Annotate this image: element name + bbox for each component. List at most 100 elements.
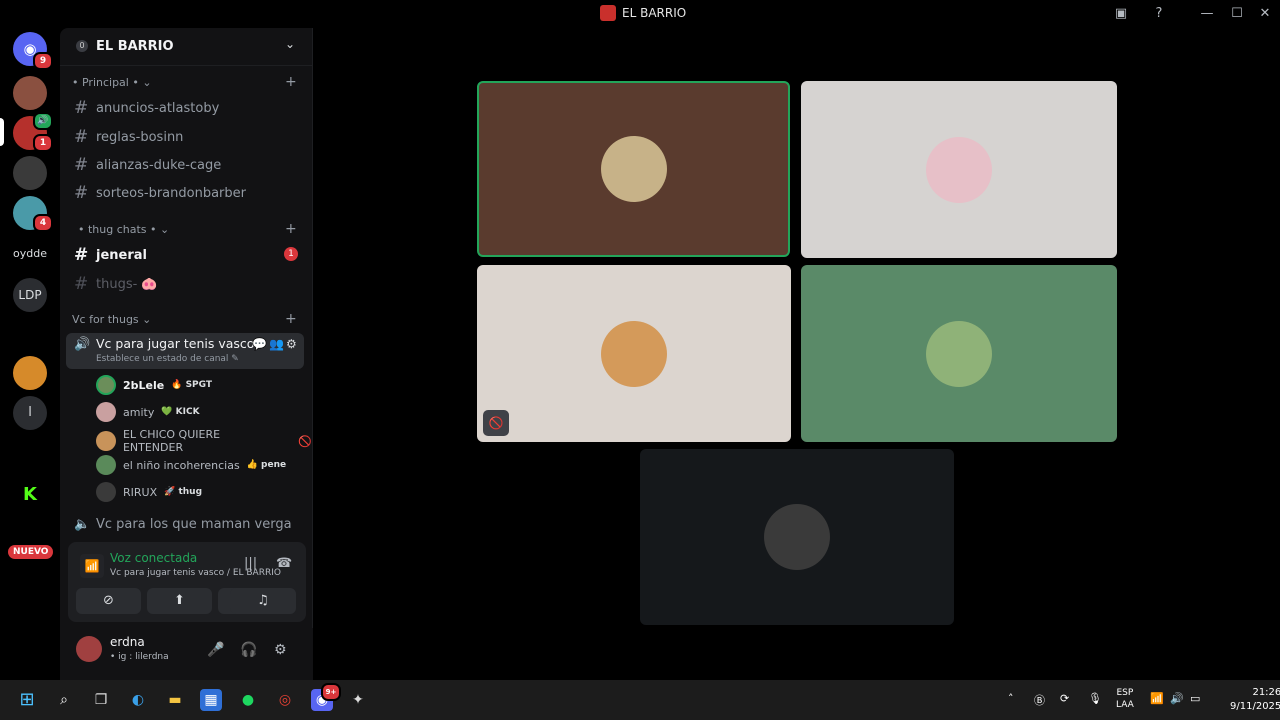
maximize-icon[interactable]: ☐ [1229, 6, 1245, 22]
headphones-icon[interactable]: 🎧 [240, 642, 257, 658]
avatar [601, 320, 667, 387]
selected-indicator [0, 118, 4, 146]
discord-home-button[interactable]: ◉ 9 [13, 32, 53, 70]
app-icon[interactable]: ✦ [347, 689, 369, 711]
disconnect-icon[interactable]: ☎ [276, 556, 292, 571]
discord-taskbar-icon[interactable]: ◉ 9+ [311, 683, 341, 711]
store-icon[interactable]: ▦ [200, 689, 222, 711]
task-view-icon[interactable]: ❐ [90, 689, 112, 711]
clock[interactable]: 21:26 9/11/2025 [1230, 686, 1280, 714]
wifi-icon[interactable]: 📶 [1150, 692, 1164, 705]
language-indicator[interactable]: ESP LAA [1116, 687, 1134, 711]
channel-sidebar: 0 EL BARRIO ⌄ • Principal • ⌄ + # anuncio… [60, 28, 313, 680]
spotify-icon[interactable]: ● [237, 689, 259, 711]
avatar [926, 136, 992, 203]
unread-badge: 9 [33, 52, 53, 70]
taskbar: ⊞ ⌕ ❐ ◐ ▬ ▦ ● ◎ ◉ 9+ ✦ ˄ Ⓑ ⟳ 🎙 ESP LAA 📶… [0, 680, 1280, 720]
voice-channel-active[interactable]: 🔊 Vc para jugar tenis vasco Establece un… [66, 333, 304, 369]
avatar [96, 455, 116, 475]
screen-share-button[interactable]: ⬆ [147, 588, 212, 614]
add-channel-icon[interactable]: + [285, 311, 297, 327]
hash-icon: # [74, 155, 89, 175]
voice-stage: 🚫 [314, 28, 1280, 680]
voice-channel-item[interactable]: 🔈 Vc para los que maman verga [74, 517, 292, 532]
server-item[interactable]: 4 [13, 196, 53, 232]
category-thug-chats[interactable]: • thug chats • ⌄ [78, 223, 169, 236]
inbox-icon[interactable]: ▣ [1113, 6, 1129, 22]
camera-button[interactable]: ⊘ [76, 588, 141, 614]
chrome-icon[interactable]: ◎ [274, 689, 296, 711]
chevron-down-icon: ⌄ [285, 37, 296, 51]
voice-member[interactable]: RIRUX 🚀 thug [96, 482, 202, 502]
avatar [96, 482, 116, 502]
server-item[interactable] [13, 76, 47, 110]
channel-item[interactable]: # sorteos-brandonbarber [74, 183, 246, 203]
unread-badge: 1 [284, 247, 298, 261]
hash-icon: # [74, 183, 89, 203]
server-item-ldp[interactable]: LDP [13, 278, 47, 312]
sync-icon[interactable]: ⟳ [1060, 692, 1069, 705]
channel-status-hint[interactable]: Establece un estado de canal ✎ [96, 354, 239, 364]
server-item-l[interactable]: l [13, 396, 47, 430]
title-bar: EL BARRIO ▣ ? — ☐ ✕ [0, 0, 1280, 28]
speaker-icon: 🔊 [74, 337, 91, 352]
server-item-el-barrio[interactable]: 🔊 1 [13, 112, 53, 152]
edge-icon[interactable]: ◐ [127, 689, 149, 711]
help-icon[interactable]: ? [1151, 6, 1167, 22]
server-item-oydde[interactable]: oydde [13, 247, 47, 260]
channel-item[interactable]: # alianzas-duke-cage [74, 155, 221, 175]
speaker-icon: 🔈 [74, 517, 91, 532]
participant-tile-speaking[interactable] [477, 81, 790, 257]
boost-level: 0 [76, 40, 88, 52]
invite-icon[interactable]: 👥 [269, 337, 284, 351]
gear-icon[interactable]: ⚙ [286, 337, 297, 351]
chat-icon[interactable]: 💬 [252, 337, 267, 351]
server-item[interactable] [13, 356, 47, 390]
search-icon[interactable]: ⌕ [53, 689, 75, 711]
avatar [96, 431, 116, 451]
tray-app-icon[interactable]: Ⓑ [1034, 692, 1045, 708]
microphone-icon[interactable]: 🎙 [1088, 692, 1102, 705]
participant-tile[interactable]: 🚫 [477, 265, 791, 442]
voice-member[interactable]: 2bLele 🔥 SPGT [96, 375, 212, 395]
channel-item[interactable]: # anuncios-atlastoby [74, 98, 219, 118]
start-icon[interactable]: ⊞ [16, 689, 38, 711]
add-channel-icon[interactable]: + [285, 74, 297, 90]
voice-member[interactable]: EL CHICO QUIERE ENTENDER 🚫 [96, 428, 312, 454]
voice-member[interactable]: amity 💚 KICK [96, 402, 200, 422]
chevron-up-icon[interactable]: ˄ [1008, 692, 1014, 705]
participant-tile[interactable] [801, 81, 1117, 258]
file-explorer-icon[interactable]: ▬ [164, 689, 186, 711]
category-principal[interactable]: • Principal • ⌄ [72, 76, 152, 89]
battery-icon[interactable]: ▭ [1190, 692, 1200, 705]
signal-icon[interactable]: 📶 [80, 554, 104, 578]
volume-icon[interactable]: 🔊 [1170, 692, 1184, 705]
soundboard-button[interactable]: ♫ [230, 588, 296, 614]
microphone-icon[interactable]: 🎤 [207, 642, 224, 658]
mention-badge: 4 [33, 214, 53, 232]
kick-icon[interactable]: K [13, 478, 47, 512]
server-item[interactable] [13, 156, 47, 190]
avatar[interactable] [76, 636, 102, 662]
voice-status[interactable]: Voz conectada [110, 551, 197, 565]
username[interactable]: erdna [110, 635, 145, 649]
mention-badge: 1 [33, 134, 53, 152]
hash-icon: # [74, 98, 89, 118]
voice-badge: 🔊 [33, 112, 53, 130]
channel-item-jeneral[interactable]: # jeneral [74, 245, 147, 265]
minimize-icon[interactable]: — [1199, 6, 1215, 22]
avatar [926, 320, 992, 387]
add-channel-icon[interactable]: + [285, 221, 297, 237]
voice-channel-name: Vc para jugar tenis vasco [96, 336, 255, 351]
participant-tile[interactable] [640, 449, 954, 625]
voice-member[interactable]: el niño incoherencias 👍 pene [96, 455, 286, 475]
hash-icon: # [74, 127, 89, 147]
channel-item[interactable]: # reglas-bosinn [74, 127, 183, 147]
server-header[interactable]: 0 EL BARRIO ⌄ [60, 28, 313, 66]
close-icon[interactable]: ✕ [1257, 6, 1273, 22]
noise-suppression-icon[interactable]: ||| [244, 556, 257, 571]
gear-icon[interactable]: ⚙ [274, 642, 287, 658]
channel-item-thugs[interactable]: # thugs- 🐽 [74, 274, 158, 294]
participant-tile[interactable] [801, 265, 1117, 442]
category-vc-for-thugs[interactable]: Vc for thugs ⌄ [72, 313, 151, 326]
